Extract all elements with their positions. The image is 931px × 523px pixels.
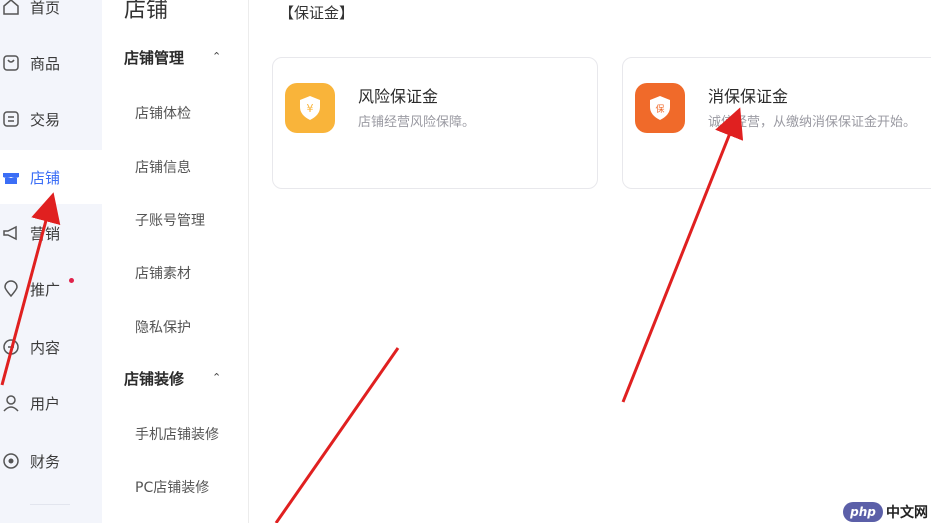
nav-item-promotion[interactable]: 推广	[0, 262, 102, 316]
home-icon	[2, 0, 20, 16]
nav-label: 推广	[30, 280, 61, 299]
submenu-title: 店铺	[124, 0, 169, 23]
chevron-up-icon[interactable]: ⌃	[212, 371, 221, 384]
submenu-item-store-checkup[interactable]: 店铺体检	[135, 103, 191, 123]
nav-item-marketing[interactable]: 营销	[0, 206, 102, 260]
nav-label: 用户	[30, 394, 61, 413]
submenu-item-mobile-decoration[interactable]: 手机店铺装修	[135, 424, 219, 444]
php-logo: php	[843, 502, 883, 522]
submenu-item-store-info[interactable]: 店铺信息	[135, 157, 191, 177]
group-title-label: 店铺管理	[124, 49, 185, 67]
primary-sidebar: 首页 商品 交易 店铺 营销 推广 内容 用户 财务	[0, 0, 102, 523]
card-description: 店铺经营风险保障。	[358, 115, 476, 130]
submenu-item-subaccount[interactable]: 子账号管理	[135, 210, 205, 230]
nav-item-finance[interactable]: 财务	[0, 434, 102, 488]
section-label-deposit: 【保证金】	[279, 4, 355, 22]
notification-dot	[69, 278, 74, 283]
submenu-item-privacy[interactable]: 隐私保护	[135, 317, 191, 337]
nav-label: 财务	[30, 452, 61, 471]
user-icon	[2, 394, 20, 412]
card-risk-deposit[interactable]: ¥ 风险保证金 店铺经营风险保障。	[272, 57, 598, 189]
svg-text:保: 保	[655, 103, 664, 115]
shield-bao-icon: 保	[635, 83, 685, 133]
nav-label: 首页	[30, 0, 61, 17]
store-icon	[2, 168, 20, 186]
group-title-label: 店铺装修	[124, 370, 185, 388]
nav-item-trade[interactable]: 交易	[0, 92, 102, 146]
megaphone-icon	[2, 224, 20, 242]
submenu-item-store-material[interactable]: 店铺素材	[135, 263, 191, 283]
main-content: 【保证金】 ¥ 风险保证金 店铺经营风险保障。 保 消保保证金 诚信经营，从缴纳…	[249, 0, 931, 523]
location-pin-icon	[2, 280, 20, 298]
nav-label: 内容	[30, 338, 61, 357]
submenu-item-pc-decoration[interactable]: PC店铺装修	[135, 477, 209, 497]
card-title: 风险保证金	[358, 87, 439, 106]
nav-item-home[interactable]: 首页	[0, 0, 102, 34]
group-store-decoration[interactable]: 店铺装修	[124, 368, 184, 389]
svg-text:¥: ¥	[307, 102, 314, 115]
nav-label: 营销	[30, 224, 61, 243]
nav-label: 商品	[30, 54, 61, 73]
nav-item-goods[interactable]: 商品	[0, 36, 102, 90]
card-title: 消保保证金	[708, 87, 789, 106]
trade-icon	[2, 110, 20, 128]
content-icon	[2, 338, 20, 356]
watermark: php 中文网	[843, 501, 931, 523]
chevron-up-icon[interactable]: ⌃	[212, 50, 221, 63]
secondary-menu: 店铺 店铺管理 ⌃ 店铺体检 店铺信息 子账号管理 店铺素材 隐私保护 店铺装修…	[102, 0, 249, 523]
group-store-management[interactable]: 店铺管理	[124, 47, 184, 68]
goods-icon	[2, 54, 20, 72]
nav-label: 店铺	[30, 168, 61, 187]
finance-icon	[2, 452, 20, 470]
nav-divider	[30, 504, 70, 505]
nav-item-user[interactable]: 用户	[0, 376, 102, 430]
card-description: 诚信经营，从缴纳消保保证金开始。	[708, 115, 917, 130]
nav-item-content[interactable]: 内容	[0, 320, 102, 374]
nav-label: 交易	[30, 110, 61, 129]
nav-item-store[interactable]: 店铺	[0, 150, 102, 204]
watermark-text: 中文网	[886, 505, 928, 521]
shield-yen-icon: ¥	[285, 83, 335, 133]
card-consumer-deposit[interactable]: 保 消保保证金 诚信经营，从缴纳消保保证金开始。	[622, 57, 931, 189]
